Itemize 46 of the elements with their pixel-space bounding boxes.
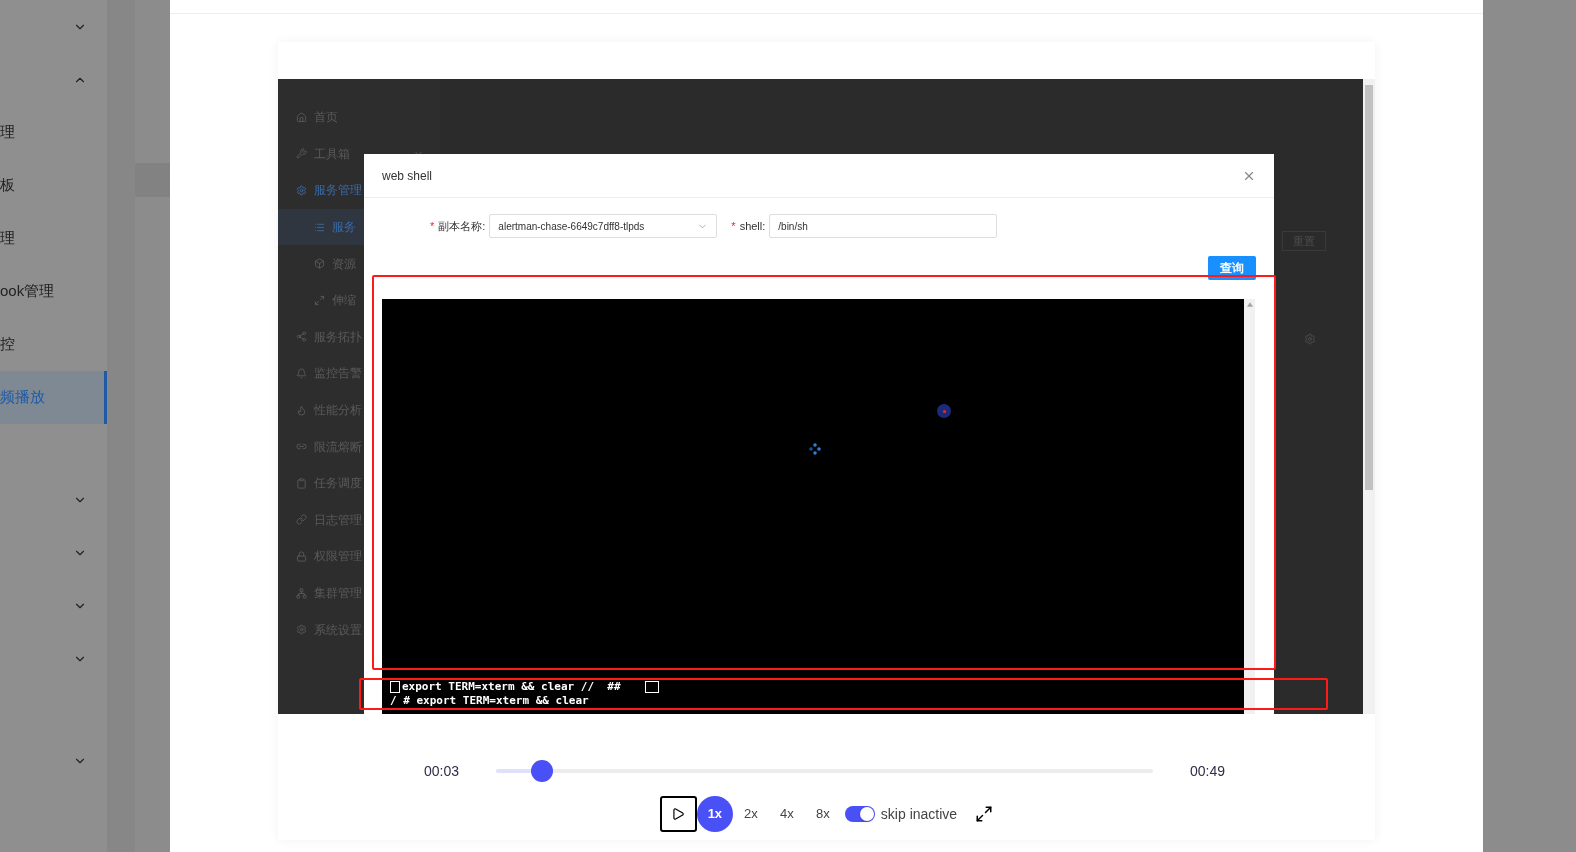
field-label: shell: (739, 218, 766, 234)
speed-button[interactable]: 4x (768, 796, 805, 832)
required-mark: * (430, 218, 435, 234)
menu-icon (296, 331, 307, 343)
glyph-box-icon (644, 681, 659, 693)
progress-thumb[interactable] (531, 760, 553, 782)
toggle-label: skip inactive (880, 804, 958, 824)
menu-icon (296, 624, 307, 636)
submenu-icon (314, 294, 325, 306)
spinner-icon (809, 443, 821, 455)
menu-icon (296, 367, 307, 379)
terminal-line: / # export TERM=xterm && clear (390, 692, 589, 709)
speed-button[interactable]: 1x (696, 796, 733, 832)
dialog-title: web shell (382, 167, 433, 185)
select-field[interactable]: alertman-chase-6649c7dff8-tlpds (489, 214, 718, 238)
menu-icon (296, 185, 307, 196)
fullscreen-icon[interactable] (975, 805, 994, 823)
sidebar-item[interactable]: 理 (0, 212, 107, 265)
play-button[interactable] (659, 796, 697, 832)
total-time: 00:49 (1190, 761, 1226, 781)
field-label: 副本名称: (438, 218, 486, 234)
submenu-icon (314, 258, 325, 270)
play-icon (671, 807, 686, 821)
speed-button[interactable]: 8x (804, 796, 841, 832)
menu-icon (296, 550, 307, 562)
sidebar-item[interactable]: 理 (0, 106, 107, 159)
menu-icon (296, 587, 307, 599)
menu-icon (296, 148, 307, 160)
menu-icon (296, 404, 307, 416)
menu-icon (296, 514, 307, 526)
sidebar-item[interactable]: 控 (0, 318, 107, 371)
terminal[interactable]: export TERM=xterm && clear // ## / # export TERM=xterm && clear (382, 299, 1244, 714)
query-button[interactable]: 查询 (1208, 256, 1256, 280)
speed-button[interactable]: 2x (732, 796, 769, 832)
required-mark: * (731, 218, 736, 234)
sidebar-item[interactable]: 频播放 (0, 371, 107, 424)
menu-icon (296, 111, 307, 123)
glyph-box-icon (390, 681, 400, 693)
menu-icon (296, 477, 307, 489)
terminal-line: export TERM=xterm && clear // ## (402, 678, 621, 695)
input-field[interactable]: /bin/sh (769, 214, 998, 238)
submenu-icon (314, 221, 325, 233)
sidebar-item[interactable]: 板 (0, 159, 107, 212)
current-time: 00:03 (424, 761, 461, 781)
sidebar-item[interactable]: ook管理 (0, 265, 107, 318)
toggle-switch[interactable] (844, 806, 875, 822)
